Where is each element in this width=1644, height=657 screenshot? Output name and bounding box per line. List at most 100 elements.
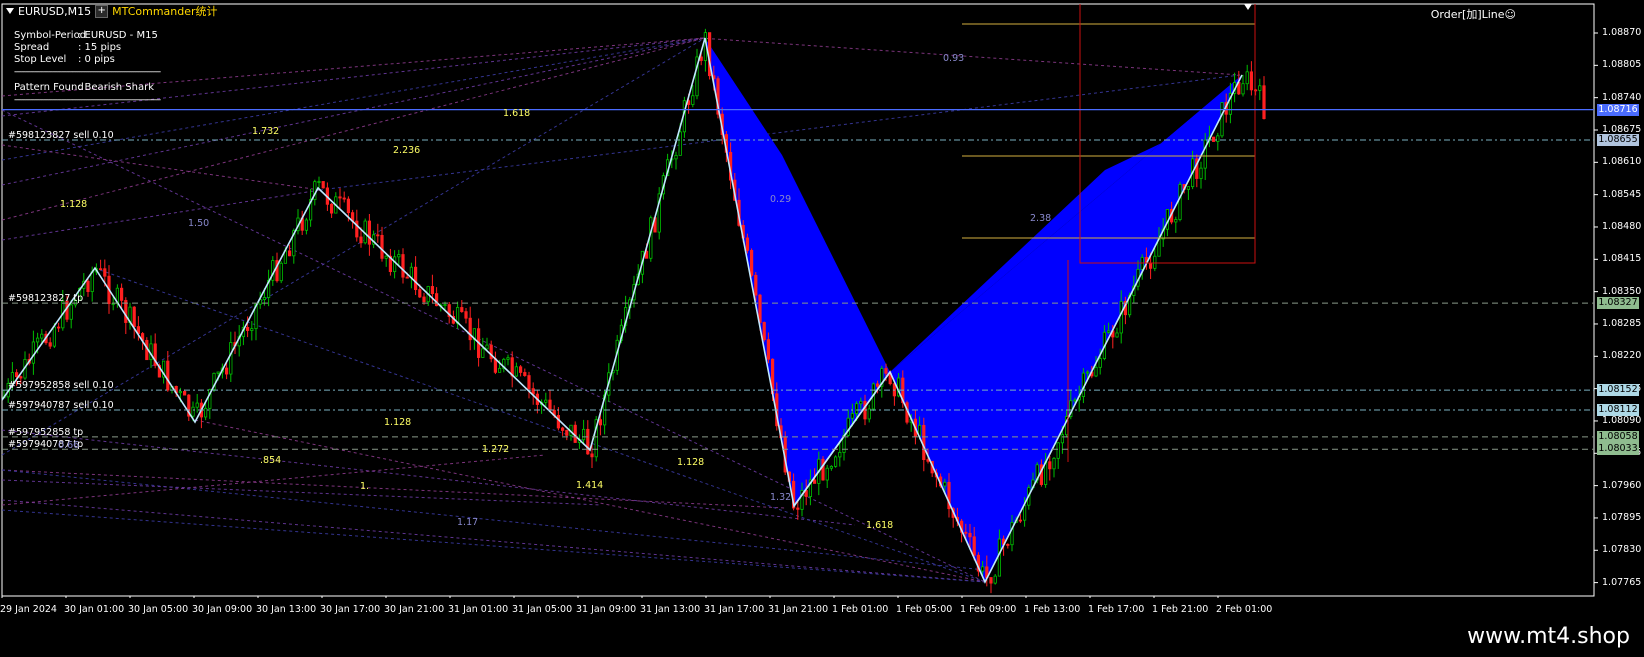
time-axis-label: 30 Jan 09:00	[192, 604, 253, 615]
candle-body	[758, 294, 762, 323]
info-separator: ----------------------------------------…	[14, 95, 161, 105]
time-axis-label: 1 Feb 09:00	[960, 604, 1017, 615]
info-value: : EURUSD - M15	[78, 30, 158, 41]
candle-body	[90, 271, 94, 292]
candle-body	[750, 250, 754, 276]
time-axis-label: 1 Feb 01:00	[832, 604, 889, 615]
candle-body	[1153, 255, 1157, 269]
info-key: Symbol-Period	[14, 30, 87, 41]
order-line-button[interactable]: Order[加]Line☺	[1431, 6, 1516, 22]
candle-body	[430, 286, 435, 294]
candle-body	[1107, 330, 1111, 333]
price-axis-label: 1.08415	[1602, 253, 1642, 265]
candle-body	[821, 458, 825, 481]
time-axis-label: 30 Jan 17:00	[320, 604, 381, 615]
fib-ratio-label: 1.17	[457, 517, 479, 528]
candle-body	[531, 388, 535, 395]
candle-body	[514, 366, 519, 377]
ratio-guide-line	[1, 509, 986, 583]
candle-body	[766, 339, 771, 360]
candle-body	[1245, 71, 1249, 85]
order-label: #598123827 sell 0.10	[8, 129, 114, 141]
candle-body	[418, 289, 422, 298]
candle-body	[443, 304, 447, 306]
order-label: #598123827 tp	[8, 293, 84, 305]
candle-body	[329, 203, 334, 214]
time-axis-label: 31 Jan 13:00	[640, 604, 701, 615]
candle-body	[1119, 300, 1123, 334]
candle-body	[321, 181, 325, 189]
candle-body	[376, 234, 380, 237]
candle-body	[943, 481, 947, 487]
candle-body	[586, 428, 590, 455]
candle-body	[132, 306, 136, 328]
candle-body	[497, 367, 502, 373]
candle-body	[1262, 85, 1266, 120]
candle-body	[674, 154, 678, 160]
chart-title-bar: EURUSD,M15 + MTCommander统计	[6, 3, 218, 19]
price-axis-label: 1.08610	[1602, 156, 1642, 168]
candle-body	[397, 254, 401, 258]
candle-body	[346, 198, 351, 214]
fib-ratio-label: 1.128	[60, 199, 88, 210]
info-key: Pattern Found	[14, 82, 84, 93]
candle-body	[548, 399, 552, 411]
candle-body	[926, 459, 930, 462]
candle-body	[855, 403, 859, 414]
candle-body	[1052, 457, 1056, 470]
fib-ratio-label: 1.732	[252, 126, 280, 137]
fib-ratio-label: 0.93	[943, 53, 965, 64]
symbol-period-title: EURUSD,M15	[18, 4, 92, 18]
chart-area[interactable]: EURUSD,M15 + MTCommander统计 Symbol-Period…	[0, 0, 1644, 657]
indicator-name[interactable]: MTCommander统计	[112, 3, 217, 19]
time-axis-label: 30 Jan 01:00	[64, 604, 125, 615]
candle-body	[523, 372, 527, 376]
candle-body	[86, 280, 90, 292]
candle-body	[754, 274, 758, 296]
candle-body	[203, 407, 208, 418]
price-chart[interactable]	[0, 0, 1644, 657]
candle-body	[1056, 442, 1060, 459]
candle-body	[1149, 262, 1153, 269]
candle-body	[590, 453, 594, 458]
candle-body	[582, 428, 586, 441]
info-value: : 0 pips	[78, 54, 115, 65]
candle-body	[876, 383, 880, 387]
candle-body	[52, 326, 57, 347]
fib-ratio-label: 1.618	[503, 108, 531, 119]
candle-body	[556, 415, 561, 429]
fib-ratio-label: 1.414	[576, 480, 604, 491]
add-indicator-plus-icon[interactable]: +	[95, 4, 109, 18]
info-row-stop-level: Stop Level: 0 pips	[14, 54, 194, 66]
info-row-spread: Spread: 15 pips	[14, 42, 194, 54]
fib-ratio-label: 2.236	[393, 145, 421, 156]
candle-body	[1241, 83, 1245, 95]
candle-body	[195, 402, 199, 408]
price-axis-label: 1.07960	[1602, 479, 1642, 491]
candle-body	[380, 234, 384, 259]
candle-body	[1258, 85, 1262, 91]
fib-ratio-label: 1.32	[770, 492, 792, 503]
price-axis-label: 1.08350	[1602, 285, 1642, 297]
info-row-symbol: Symbol-Period: EURUSD - M15	[14, 30, 194, 42]
time-axis-label: 2 Feb 01:00	[1216, 604, 1273, 615]
fib-ratio-label: 0.29	[770, 194, 792, 205]
price-tag-label: 1.08058	[1597, 430, 1639, 443]
fib-ratio-label: 0.66	[58, 440, 80, 451]
price-tag-label: 1.08152	[1597, 384, 1639, 397]
candle-body	[1006, 544, 1010, 546]
candle-body	[99, 268, 103, 271]
candle-body	[216, 371, 220, 374]
candle-body	[989, 577, 993, 584]
candle-body	[182, 391, 187, 396]
candle-body	[317, 181, 321, 183]
candle-body	[359, 236, 363, 244]
candle-body	[1086, 371, 1090, 374]
chart-menu-triangle-icon[interactable]	[6, 8, 14, 14]
time-axis-label: 29 Jan 2024	[0, 604, 57, 615]
info-value: : 15 pips	[78, 42, 122, 53]
candle-body	[1174, 219, 1178, 223]
candle-body	[1048, 461, 1052, 470]
candle-body	[224, 367, 229, 375]
candle-body	[691, 95, 695, 105]
